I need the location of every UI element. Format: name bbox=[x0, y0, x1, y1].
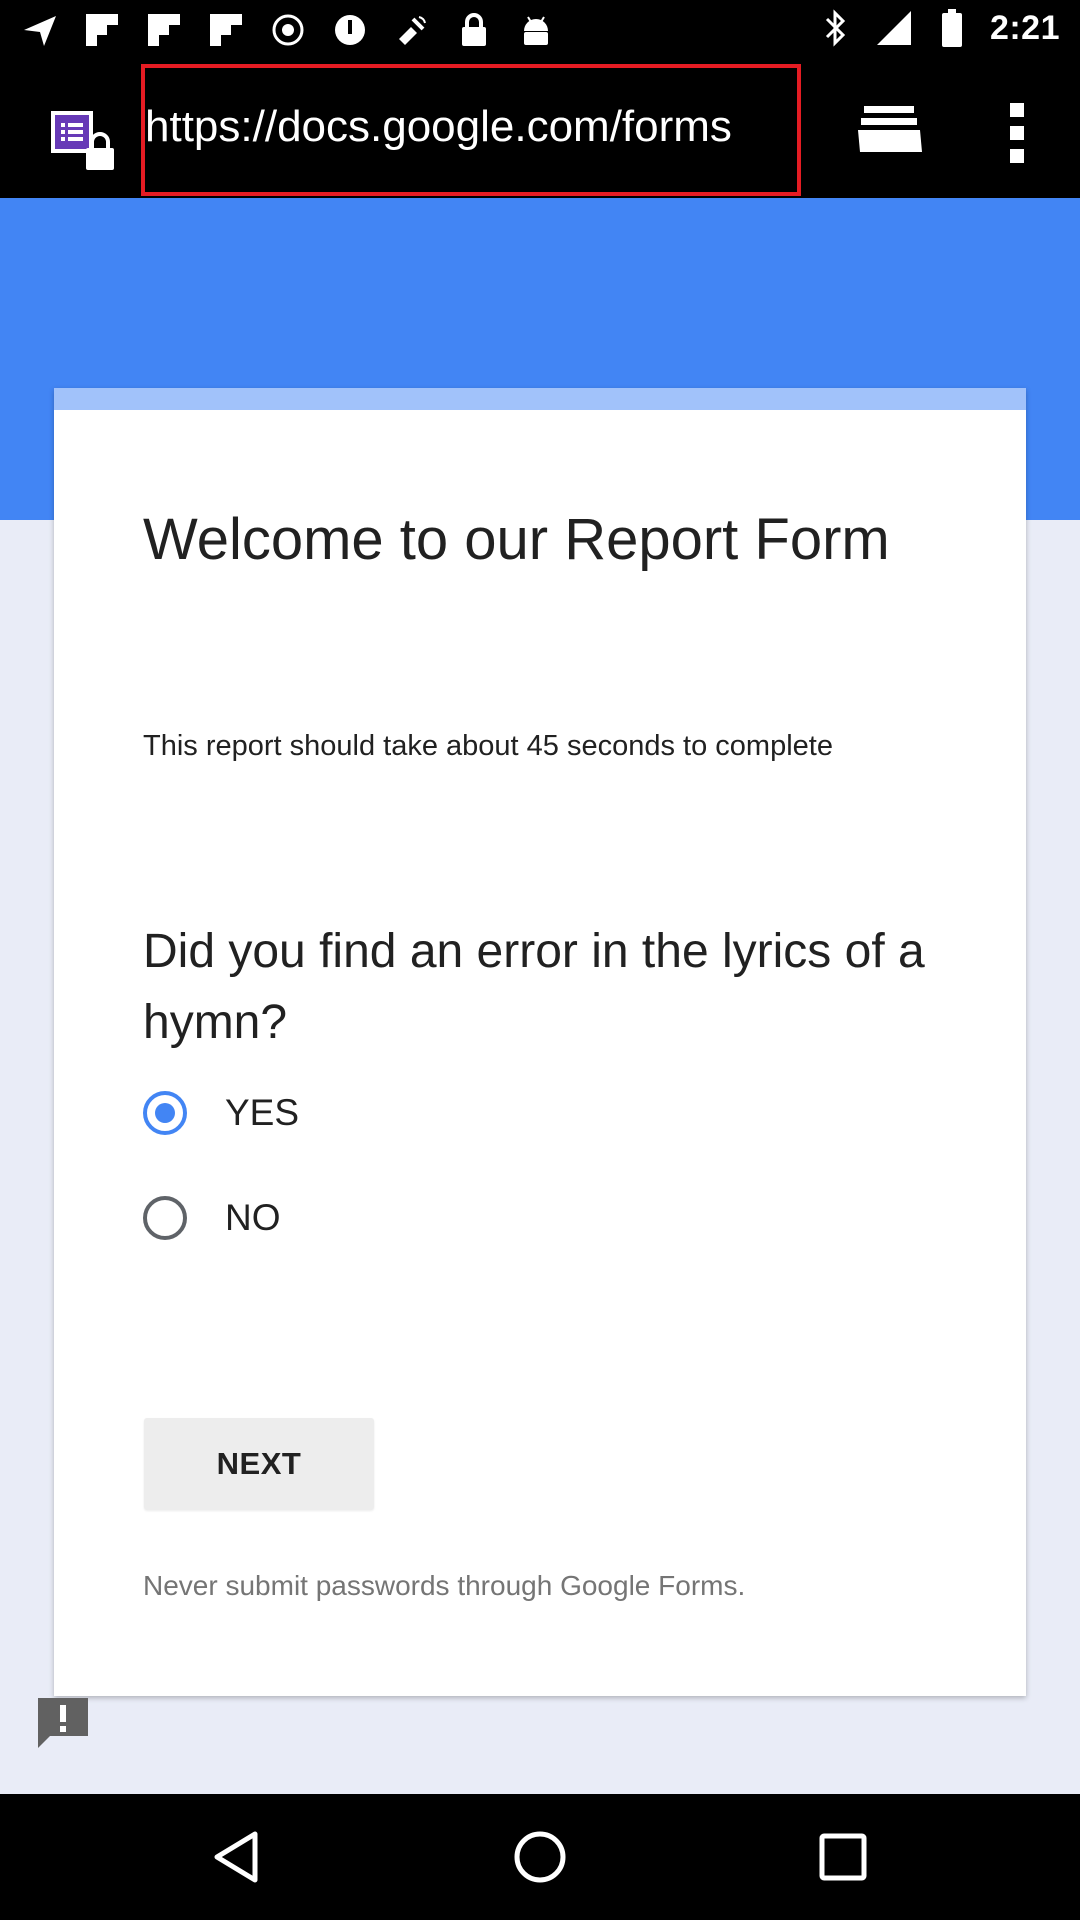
status-bar: 2:21 bbox=[0, 0, 1080, 62]
tabs-icon[interactable] bbox=[858, 104, 924, 160]
form-description: This report should take about 45 seconds… bbox=[143, 730, 833, 762]
site-lock-icon bbox=[50, 110, 122, 172]
battery-icon bbox=[932, 8, 972, 48]
option-no[interactable]: NO bbox=[143, 1196, 281, 1240]
fake-gps-icon bbox=[392, 10, 432, 50]
browser-toolbar: https://docs.google.com/forms bbox=[0, 62, 1080, 198]
card-top-accent bbox=[54, 388, 1026, 410]
notification-icons bbox=[20, 10, 556, 50]
form-title: Welcome to our Report Form bbox=[143, 507, 890, 572]
overflow-menu-icon[interactable] bbox=[1002, 100, 1032, 166]
android-icon bbox=[516, 10, 556, 50]
signal-icon bbox=[874, 8, 914, 48]
system-icons: 2:21 bbox=[816, 8, 1060, 48]
back-icon[interactable] bbox=[200, 1821, 272, 1893]
radio-selected-icon[interactable] bbox=[143, 1091, 187, 1135]
record-icon bbox=[268, 10, 308, 50]
bluetooth-icon bbox=[816, 8, 856, 48]
flipboard-icon bbox=[206, 10, 246, 50]
question-text: Did you find an error in the lyrics of a… bbox=[143, 925, 925, 1049]
flipboard-icon bbox=[144, 10, 184, 50]
lock-icon bbox=[454, 10, 494, 50]
option-yes[interactable]: YES bbox=[143, 1091, 299, 1135]
feedback-icon[interactable] bbox=[36, 1696, 90, 1750]
navigation-bar bbox=[0, 1794, 1080, 1920]
option-label: NO bbox=[225, 1197, 281, 1238]
recents-icon[interactable] bbox=[807, 1821, 879, 1893]
form-card: Welcome to our Report Form This report s… bbox=[54, 388, 1026, 1696]
url-text: https://docs.google.com/forms bbox=[145, 102, 732, 151]
vpn-key-icon bbox=[330, 10, 370, 50]
next-button[interactable]: NEXT bbox=[144, 1418, 374, 1510]
clock: 2:21 bbox=[989, 8, 1060, 47]
radio-unselected-icon[interactable] bbox=[143, 1196, 187, 1240]
password-warning: Never submit passwords through Google Fo… bbox=[143, 1570, 746, 1601]
option-label: YES bbox=[225, 1092, 300, 1133]
navigation-icon bbox=[20, 10, 60, 50]
flipboard-icon bbox=[82, 10, 122, 50]
url-bar[interactable]: https://docs.google.com/forms bbox=[141, 64, 801, 196]
home-icon[interactable] bbox=[504, 1821, 576, 1893]
